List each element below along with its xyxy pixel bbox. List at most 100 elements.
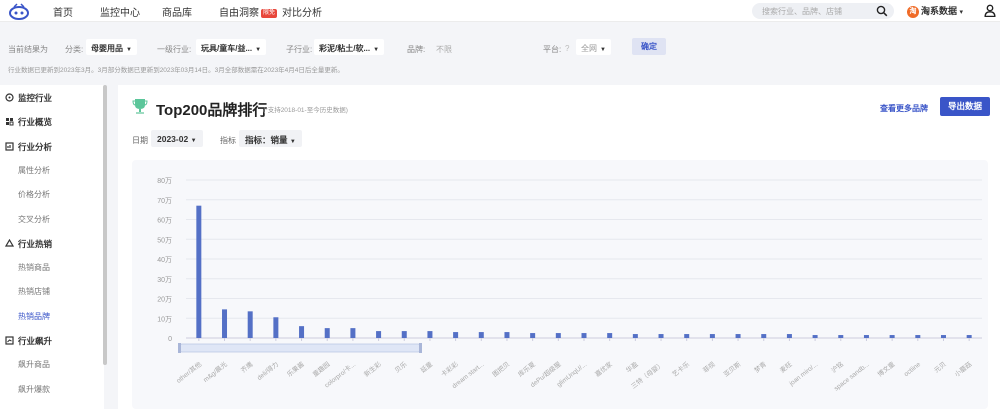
x-tick-label: 元贝 xyxy=(933,360,948,374)
sidebar-item-2[interactable]: 行业分析 xyxy=(0,141,100,157)
y-tick-label: 30万 xyxy=(157,276,172,284)
sidebar-item-label: 属性分析 xyxy=(18,165,50,175)
sidebar-item-8[interactable]: 热销店铺 xyxy=(0,286,100,302)
bar[interactable] xyxy=(504,332,510,338)
x-tick-label: 小蘑菇 xyxy=(952,359,973,378)
bar[interactable] xyxy=(632,334,638,338)
logo-icon[interactable] xyxy=(8,2,30,20)
bar[interactable] xyxy=(812,335,818,338)
chevron-down-icon: ▾ xyxy=(959,9,964,16)
free-badge: 限免 xyxy=(261,9,278,18)
bar[interactable] xyxy=(709,334,715,338)
export-button[interactable]: 导出数据 xyxy=(940,97,990,116)
y-tick-label: 70万 xyxy=(157,197,172,205)
sidebar-item-label: 行业热销 xyxy=(18,238,53,249)
brand-label: 品牌: xyxy=(407,45,426,54)
brand-value[interactable]: 不限 xyxy=(436,44,452,55)
bar[interactable] xyxy=(555,333,561,338)
bar[interactable] xyxy=(299,326,305,338)
bar[interactable] xyxy=(915,335,921,338)
nav-compare-analysis[interactable]: 对比分析 xyxy=(282,4,322,19)
nav-home[interactable]: 首页 xyxy=(53,4,73,19)
bar[interactable] xyxy=(889,335,895,338)
level1-select[interactable]: 玩具/童车/益... ▼ xyxy=(196,39,267,55)
sidebar-item-10[interactable]: 行业飙升 xyxy=(0,335,100,351)
sidebar-item-3[interactable]: 属性分析 xyxy=(0,165,100,181)
x-tick-label: 嘉优家 xyxy=(593,359,614,378)
sidebar-item-6[interactable]: 行业热销 xyxy=(0,238,100,254)
bar[interactable] xyxy=(196,205,202,338)
x-tick-label: 齐鹰 xyxy=(239,359,255,374)
overview-icon xyxy=(6,118,14,126)
nav-free-insight[interactable]: 自由洞察 限免 xyxy=(219,4,278,19)
x-tick-label: 亚贝斯 xyxy=(721,359,742,378)
sidebar-item-4[interactable]: 价格分析 xyxy=(0,189,100,205)
bar[interactable] xyxy=(658,334,664,338)
nav-monitor-center[interactable]: 监控中心 xyxy=(100,4,140,19)
bar[interactable] xyxy=(376,331,382,338)
brand-switcher[interactable]: 淘淘系数据 ▾ xyxy=(907,4,963,18)
y-tick-label: 40万 xyxy=(157,256,172,264)
bar[interactable] xyxy=(530,333,536,338)
category-select[interactable]: 母婴用品 ▼ xyxy=(86,39,137,55)
y-tick-label: 20万 xyxy=(157,296,172,304)
sidebar-item-label: 监控行业 xyxy=(18,93,53,103)
bar[interactable] xyxy=(453,332,459,338)
confirm-button[interactable]: 确定 xyxy=(632,38,666,55)
brand-name: 淘系数据 xyxy=(921,6,958,16)
bar[interactable] xyxy=(401,331,407,338)
search-input[interactable]: 搜索行业、品牌、店铺 xyxy=(752,3,894,19)
bar[interactable] xyxy=(684,334,690,338)
sidebar-scrollbar[interactable] xyxy=(103,85,107,365)
sidebar-item-label: 飙升爆款 xyxy=(18,384,50,394)
bar[interactable] xyxy=(863,335,869,338)
bar[interactable] xyxy=(273,317,279,338)
bar[interactable] xyxy=(735,334,741,338)
bar[interactable] xyxy=(247,311,253,338)
question-icon[interactable]: ? xyxy=(565,44,569,53)
date-select[interactable]: 2023-02 ▼ xyxy=(151,130,203,147)
search-icon[interactable] xyxy=(876,5,888,17)
y-tick-label: 50万 xyxy=(157,236,172,244)
nav-product-library[interactable]: 商品库 xyxy=(162,4,192,19)
rise-icon xyxy=(5,336,14,345)
metric-value: 指标：销量 xyxy=(245,135,288,145)
bar-chart: 0 10万 20万 30万 40万 50万 60万 70万 80万 other/其他 m&g/晨光齐… xyxy=(157,177,982,393)
sidebar-item-5[interactable]: 交叉分析 xyxy=(0,214,100,230)
x-tick-label: 童趣园 xyxy=(311,359,332,378)
more-brands-link[interactable]: 查看更多品牌 xyxy=(880,103,928,114)
bar[interactable] xyxy=(966,335,972,338)
bar[interactable] xyxy=(478,332,484,338)
sub-industry-select[interactable]: 彩泥/粘土/软... ▼ xyxy=(314,39,385,55)
bar[interactable] xyxy=(761,334,767,338)
sidebar-item-11[interactable]: 飙升商品 xyxy=(0,359,100,375)
bar[interactable] xyxy=(222,309,228,338)
bar[interactable] xyxy=(940,335,946,338)
bar[interactable] xyxy=(427,331,433,338)
x-tick-label: deli/得力 xyxy=(255,359,280,381)
zoom-slider-window[interactable] xyxy=(179,343,421,353)
zoom-handle-right[interactable] xyxy=(419,343,422,353)
metric-label: 指标 xyxy=(220,136,236,145)
sidebar-item-1[interactable]: 行业概览 xyxy=(0,116,100,132)
brand-initial: 淘 xyxy=(907,5,919,18)
bar[interactable] xyxy=(324,328,330,338)
bar[interactable] xyxy=(607,333,613,338)
sidebar-item-9[interactable]: 热销品牌 xyxy=(0,311,100,327)
bar[interactable] xyxy=(350,328,356,338)
sidebar-item-0[interactable]: 监控行业 xyxy=(0,92,100,108)
platform-value: 全网 xyxy=(581,44,597,53)
bar[interactable] xyxy=(838,335,844,338)
platform-select[interactable]: 全网 ▼ xyxy=(576,39,611,55)
metric-select[interactable]: 指标：销量 ▼ xyxy=(239,130,302,147)
bar[interactable] xyxy=(581,333,587,338)
sidebar-item-7[interactable]: 热销商品 xyxy=(0,262,100,278)
analysis-icon xyxy=(5,141,14,151)
x-tick-label: 沪铭 xyxy=(829,359,845,374)
zoom-handle-left[interactable] xyxy=(178,343,181,353)
x-tick-label: 乐果酱 xyxy=(285,359,306,378)
user-icon[interactable] xyxy=(984,4,996,17)
sidebar-item-12[interactable]: 飙升爆款 xyxy=(0,384,100,400)
bar[interactable] xyxy=(786,334,792,338)
level1-value: 玩具/童车/益... xyxy=(201,44,253,53)
